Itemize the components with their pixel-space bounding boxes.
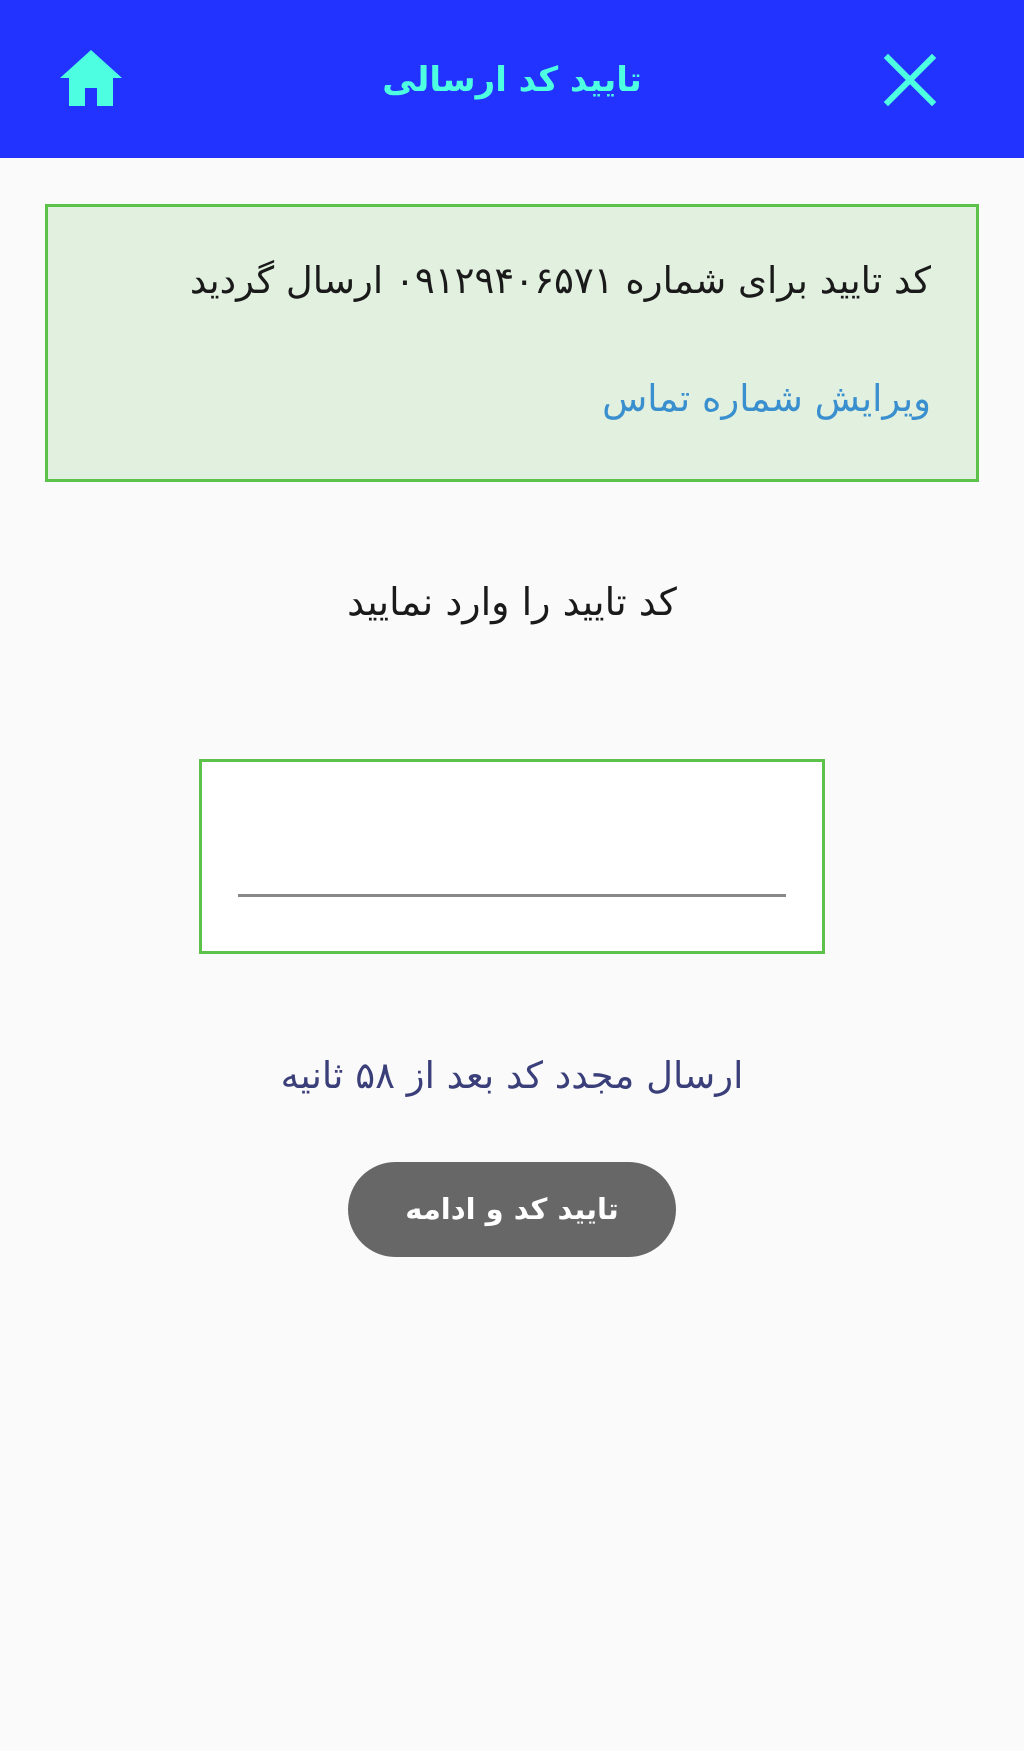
edit-phone-link[interactable]: ویرایش شماره تماس [602,377,931,420]
home-button[interactable] [58,48,124,108]
enter-code-prompt: کد تایید را وارد نمایید [347,580,677,624]
code-sent-message: کد تایید برای شماره ۰۹۱۲۹۴۰۶۵۷۱ ارسال گر… [189,259,931,302]
resend-countdown: ارسال مجدد کد بعد از ۵۸ ثانیه [280,1054,744,1097]
home-icon [60,50,122,106]
confirm-code-button[interactable]: تایید کد و ادامه [348,1162,676,1257]
code-sent-info-box: کد تایید برای شماره ۰۹۱۲۹۴۰۶۵۷۱ ارسال گر… [45,204,979,482]
code-input-box [199,759,825,954]
verification-code-input[interactable] [238,802,786,897]
close-icon [883,54,937,106]
app-bar: تایید کد ارسالی [0,0,1024,158]
close-button[interactable] [882,54,938,106]
page-title: تایید کد ارسالی [382,60,642,100]
